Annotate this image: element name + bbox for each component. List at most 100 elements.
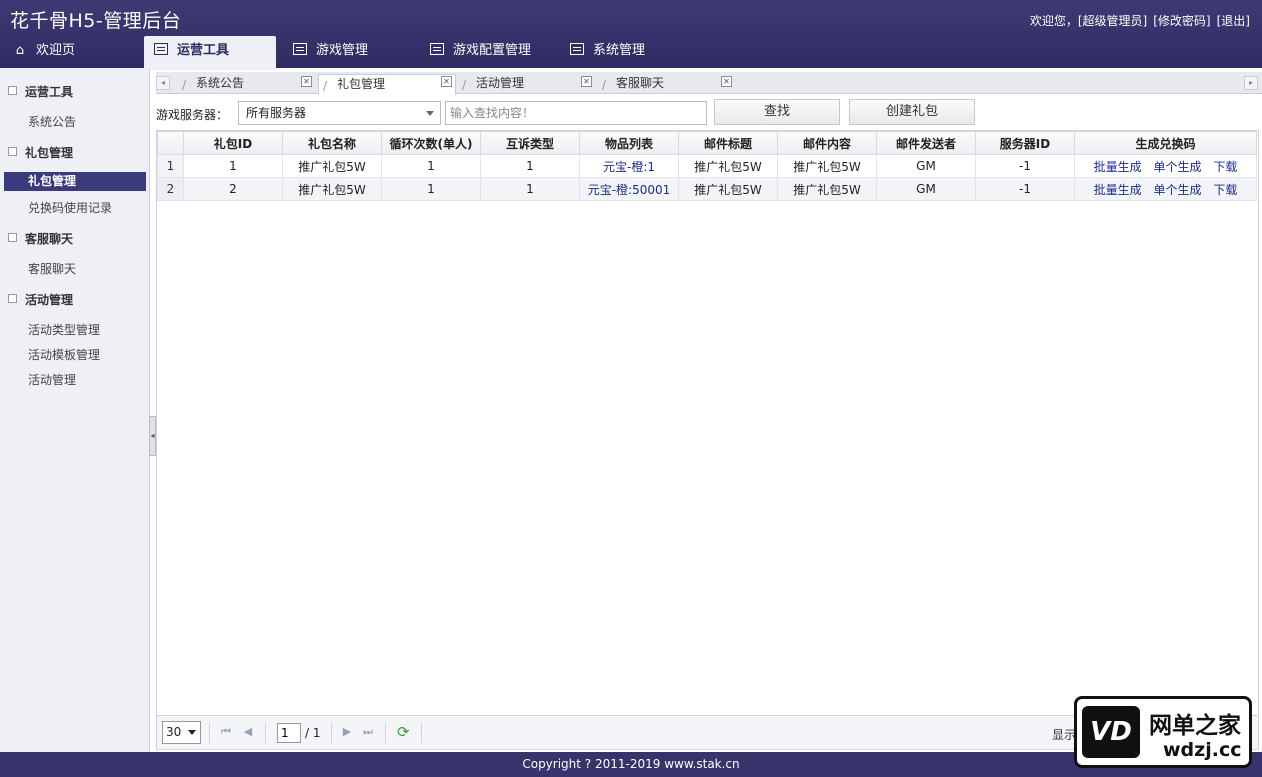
list-icon [430,43,444,55]
list-icon [154,43,168,55]
first-page-icon[interactable]: ⏮ [220,725,232,739]
content-tab-activities[interactable]: / 活动管理 [458,74,596,94]
list-icon [570,43,584,55]
cell-sender: GM [876,154,976,178]
change-password-link[interactable]: [修改密码] [1153,14,1210,28]
tab-divider: / [182,78,187,92]
tab-label: 欢迎页 [36,43,76,58]
tab-label: 游戏管理 [316,43,369,58]
sidebar-item-gift-pack-management[interactable]: 礼包管理 [4,172,146,191]
sidebar-item-support-chat[interactable]: 客服聊天 [4,260,146,279]
row-number-header [157,131,184,155]
single-generate-link[interactable]: 单个生成 [1153,183,1201,197]
chevron-down-icon [426,111,434,116]
tab-operations[interactable]: 运营工具 [144,36,276,70]
column-header[interactable]: 邮件发送者 [876,131,976,155]
sidebar-group-label: 活动管理 [25,293,74,307]
close-icon[interactable]: ✕ [721,76,732,87]
sidebar-group-gift-packs[interactable]: 礼包管理 [8,144,73,161]
batch-generate-link[interactable]: 批量生成 [1094,183,1142,197]
item-list-link[interactable]: 元宝-橙:50001 [588,183,671,197]
tabs-scroll-right-icon[interactable]: ▸ [1244,76,1258,90]
tabs-scroll-left-icon[interactable]: ◂ [156,76,170,90]
cell-id: 1 [183,154,283,178]
tab-welcome[interactable]: ⌂ 欢迎页 [2,36,140,68]
cell-type: 1 [480,177,580,201]
logout-link[interactable]: [退出] [1217,14,1250,28]
column-header[interactable]: 互诉类型 [480,131,580,155]
sidebar-item-activity-templates[interactable]: 活动模板管理 [4,346,146,365]
list-icon [293,43,307,55]
sidebar-group-label: 运营工具 [25,85,74,99]
cell-name: 推广礼包5W [282,177,382,201]
cell-name: 推广礼包5W [282,154,382,178]
close-icon[interactable]: ✕ [301,76,312,87]
sidebar-collapse-handle[interactable]: ◂ [149,416,156,456]
column-header[interactable]: 生成兑换码 [1074,131,1257,155]
column-header[interactable]: 礼包名称 [282,131,382,155]
content-tab-label: 客服聊天 [616,76,665,90]
sidebar-item-redeem-code-log[interactable]: 兑换码使用记录 [4,199,146,218]
create-gift-pack-button[interactable]: 创建礼包 [849,99,975,125]
column-header[interactable]: 礼包ID [183,131,283,155]
search-input[interactable] [445,101,707,125]
search-button[interactable]: 查找 [714,99,840,125]
page-number-input[interactable] [277,723,301,743]
single-generate-link[interactable]: 单个生成 [1153,160,1201,174]
cell-sender: GM [876,177,976,201]
cell-actions: 批量生成 单个生成 下载 [1074,177,1257,201]
logo-mark-icon: VD [1082,706,1140,758]
row-number: 2 [157,177,184,201]
refresh-icon[interactable]: ⟳ [397,723,410,741]
item-list-link[interactable]: 元宝-橙:1 [603,160,655,174]
cell-mail-content: 推广礼包5W [777,177,877,201]
divider [265,723,266,743]
sidebar-group-label: 礼包管理 [25,146,74,160]
close-icon[interactable]: ✕ [441,76,452,87]
content-tab-announcements[interactable]: / 系统公告 [178,74,316,94]
main-nav-tabs: ⌂ 欢迎页 运营工具 游戏管理 游戏配置管理 系统管理 [0,34,1262,70]
content-tab-label: 礼包管理 [337,77,386,91]
column-header[interactable]: 服务器ID [975,131,1075,155]
page-size-select[interactable]: 30 [162,721,201,744]
content-tab-support-chat[interactable]: / 客服聊天 [598,74,736,94]
column-header[interactable]: 邮件内容 [777,131,877,155]
download-link[interactable]: 下载 [1213,183,1237,197]
sidebar-item-activity-management[interactable]: 活动管理 [4,371,146,390]
sidebar-group-support-chat[interactable]: 客服聊天 [8,230,73,247]
table-row[interactable]: 1 1 推广礼包5W 1 1 元宝-橙:1 推广礼包5W 推广礼包5W GM -… [157,154,1257,178]
column-header[interactable]: 物品列表 [579,131,679,155]
table-header-row: 礼包ID 礼包名称 循环次数(单人) 互诉类型 物品列表 邮件标题 邮件内容 邮… [157,131,1257,155]
sidebar-group-activities[interactable]: 活动管理 [8,291,73,308]
prev-page-icon[interactable]: ◀ [242,725,254,739]
sidebar-item-activity-types[interactable]: 活动类型管理 [4,321,146,340]
cell-id: 2 [183,177,283,201]
welcome-user-link[interactable]: 欢迎您，[超级管理员] [1030,14,1147,28]
download-link[interactable]: 下载 [1213,160,1237,174]
tab-divider: / [602,78,607,92]
next-page-icon[interactable]: ▶ [341,725,353,739]
table-row[interactable]: 2 2 推广礼包5W 1 1 元宝-橙:50001 推广礼包5W 推广礼包5W … [157,177,1257,201]
cell-loops: 1 [381,177,481,201]
page-size-value: 30 [166,725,182,739]
batch-generate-link[interactable]: 批量生成 [1094,160,1142,174]
content-tab-gift-packs[interactable]: / 礼包管理 [318,74,456,95]
page-total: / 1 [305,726,321,740]
cell-server-id: -1 [975,177,1075,201]
tab-system-management[interactable]: 系统管理 [560,36,670,68]
column-header[interactable]: 循环次数(单人) [381,131,481,155]
tab-game-config[interactable]: 游戏配置管理 [420,36,555,68]
divider [209,723,210,743]
cell-mail-title: 推广礼包5W [678,154,778,178]
close-icon[interactable]: ✕ [581,76,592,87]
server-label: 游戏服务器： [156,108,229,122]
last-page-icon[interactable]: ⏭ [362,725,374,739]
watermark-logo: VD 网单之家 wdzj.cc [1074,696,1252,768]
sidebar-group-operations[interactable]: 运营工具 [8,83,73,100]
footer: Copyright ? 2011-2019 www.stak.cn [0,752,1262,777]
column-header[interactable]: 邮件标题 [678,131,778,155]
server-select[interactable]: 所有服务器 [238,101,441,125]
tab-game-management[interactable]: 游戏管理 [283,36,413,68]
sidebar-item-announcements[interactable]: 系统公告 [4,113,146,132]
tab-divider: / [323,79,328,93]
